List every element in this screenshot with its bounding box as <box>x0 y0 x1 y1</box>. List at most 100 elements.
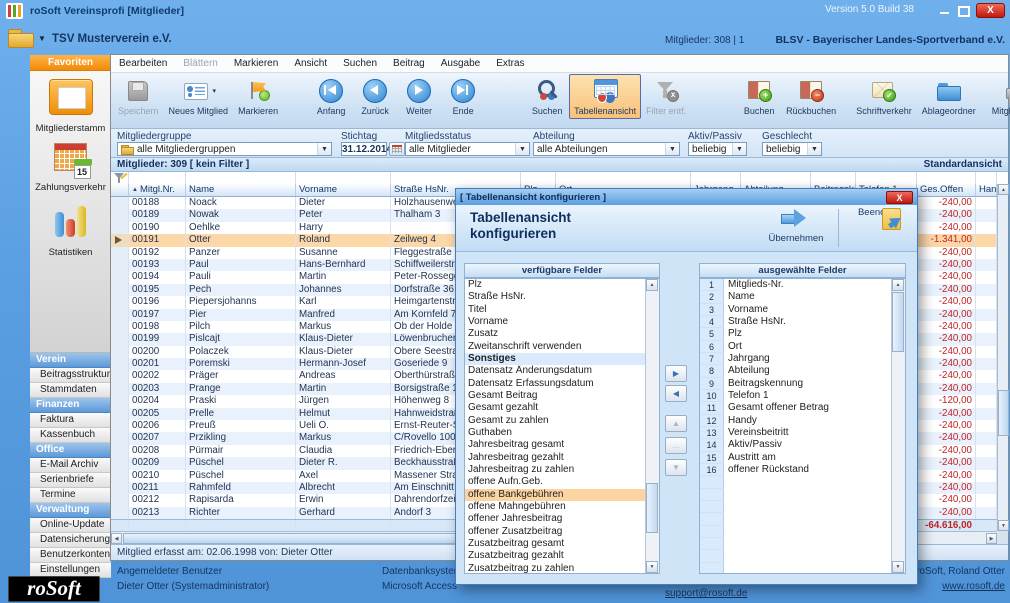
maximize-button[interactable] <box>955 3 972 18</box>
minimize-button[interactable] <box>936 3 953 18</box>
anfang-button[interactable]: Anfang <box>309 74 353 119</box>
available-field-offene-bankgeb-hren[interactable]: offene Bankgebühren <box>465 489 645 501</box>
sidebar-item-statistiken[interactable]: Statistiken <box>30 201 111 258</box>
vertical-scroll-thumb[interactable] <box>998 390 1009 436</box>
available-field-sonstiges[interactable]: Sonstiges <box>465 353 645 365</box>
filter-row-selector-cell[interactable] <box>111 172 129 184</box>
filter-row-cell[interactable] <box>186 172 296 184</box>
available-field-guthaben[interactable]: Guthaben <box>465 427 645 439</box>
sidebar-item-faktura[interactable]: Faktura <box>30 413 111 428</box>
column-header-name[interactable]: Name <box>186 184 296 196</box>
selected-field-row[interactable]: 2Name <box>700 291 891 303</box>
sidebar-item-stammdaten[interactable]: Stammdaten <box>30 383 111 398</box>
mitgliederliste-button[interactable]: ▾Mitgliederliste <box>987 74 1010 119</box>
available-field-jahresbeitrag-gesamt[interactable]: Jahresbeitrag gesamt <box>465 439 645 451</box>
scroll-up-icon[interactable]: ▲ <box>892 279 904 291</box>
selected-field-row[interactable]: 1Mitglieds-Nr. <box>700 279 891 291</box>
selected-field-row[interactable]: 14Aktiv/Passiv <box>700 439 891 451</box>
club-dropdown-caret-icon[interactable]: ▼ <box>38 34 46 43</box>
scroll-down-icon[interactable]: ▼ <box>646 561 658 573</box>
scroll-up-icon[interactable]: ▲ <box>646 279 658 291</box>
selected-field-row[interactable]: 11Gesamt offener Betrag <box>700 402 891 414</box>
available-field-zweitanschrift-verwenden[interactable]: Zweitanschrift verwenden <box>465 341 645 353</box>
suchen-button[interactable]: Suchen <box>525 74 569 119</box>
sidebar-item-benutzerkonten[interactable]: Benutzerkonten <box>30 548 111 563</box>
markieren-button[interactable]: Markieren <box>233 74 283 119</box>
buchen-button[interactable]: Buchen <box>737 74 781 119</box>
available-list-scrollbar[interactable]: ▲ ▼ <box>645 279 659 573</box>
dialog-beenden-button[interactable]: Beenden <box>845 206 909 218</box>
filter-row-cell[interactable] <box>129 172 186 184</box>
r-ckbuchen-button[interactable]: Rückbuchen <box>781 74 841 119</box>
sidebar-item-zahlungsverkehr[interactable]: 15Zahlungsverkehr <box>30 142 111 193</box>
sidebar-item-beitragsstruktur[interactable]: Beitragsstruktur <box>30 368 111 383</box>
uebernehmen-button[interactable]: Übernehmen <box>763 209 829 244</box>
available-field-jahresbeitrag-zu-zahlen[interactable]: Jahresbeitrag zu zahlen <box>465 464 645 476</box>
available-field-titel[interactable]: Titel <box>465 304 645 316</box>
available-field-zusatz[interactable]: Zusatz <box>465 328 645 340</box>
selected-field-row[interactable]: 6Ort <box>700 341 891 353</box>
filter-mitgliedergruppe-select[interactable]: alle Mitgliedergruppen▼ <box>117 142 332 156</box>
chevron-down-icon[interactable]: ▼ <box>732 143 746 155</box>
zur-ck-button[interactable]: Zurück <box>353 74 397 119</box>
support-email-link[interactable]: support@rosoft.de <box>665 588 747 599</box>
filter-mitgliedsstatus-select[interactable]: alle Mitglieder▼ <box>405 142 530 156</box>
menu-ausgabe[interactable]: Ausgabe <box>433 58 488 69</box>
selected-field-row[interactable]: 12Handy <box>700 415 891 427</box>
available-field-offene-mahngeb-hren[interactable]: offene Mahngebühren <box>465 501 645 513</box>
scroll-right-icon[interactable]: ▶ <box>986 533 997 544</box>
selected-field-row[interactable]: 13Vereinsbeitritt <box>700 427 891 439</box>
chevron-down-icon[interactable]: ▼ <box>665 143 679 155</box>
chevron-down-icon[interactable]: ▼ <box>515 143 529 155</box>
dropdown-caret-icon[interactable]: ▾ <box>213 87 217 95</box>
sidebar-item-termine[interactable]: Termine <box>30 488 111 503</box>
scroll-thumb[interactable] <box>892 292 904 352</box>
menu-ansicht[interactable]: Ansicht <box>286 58 335 69</box>
scroll-up-icon[interactable]: ▲ <box>998 184 1009 195</box>
sidebar-item-e-mail-archiv[interactable]: E-Mail Archiv <box>30 458 111 473</box>
selected-field-row[interactable]: 5Plz <box>700 328 891 340</box>
menu-suchen[interactable]: Suchen <box>335 58 385 69</box>
ende-button[interactable]: Ende <box>441 74 485 119</box>
available-field-datensatz-nderungsdatum[interactable]: Datensatz Änderungsdatum <box>465 365 645 377</box>
dialog-close-button[interactable]: X <box>886 191 913 204</box>
available-field-offene-aufn-geb[interactable]: offene Aufn.Geb. <box>465 476 645 488</box>
scroll-thumb[interactable] <box>646 483 658 533</box>
sidebar-item-online-update[interactable]: Online-Update <box>30 518 111 533</box>
available-field-offener-jahresbeitrag[interactable]: offener Jahresbeitrag <box>465 513 645 525</box>
sidebar-item-serienbriefe[interactable]: Serienbriefe <box>30 473 111 488</box>
filter-aktiv-passiv-select[interactable]: beliebig▼ <box>688 142 747 156</box>
selected-field-row[interactable]: 7Jahrgang <box>700 353 891 365</box>
available-field-datensatz-erfassungsdatum[interactable]: Datensatz Erfassungsdatum <box>465 378 645 390</box>
tabellenansicht-button[interactable]: Tabellenansicht <box>569 74 641 119</box>
filter-row-cell[interactable] <box>741 172 811 184</box>
menu-extras[interactable]: Extras <box>488 58 532 69</box>
weiter-button[interactable]: Weiter <box>397 74 441 119</box>
filter-geschlecht-select[interactable]: beliebig▼ <box>762 142 822 156</box>
available-field-jahresbeitrag-gezahlt[interactable]: Jahresbeitrag gezahlt <box>465 452 645 464</box>
available-field-gesamt-beitrag[interactable]: Gesamt Beitrag <box>465 390 645 402</box>
column-header-mitgl-nr[interactable]: ▲Mitgl.Nr. <box>129 184 186 196</box>
available-field-plz[interactable]: Plz <box>465 279 645 291</box>
selected-field-row[interactable]: 8Abteilung <box>700 365 891 377</box>
chevron-down-icon[interactable]: ▼ <box>807 143 821 155</box>
filter-row-cell[interactable] <box>856 172 917 184</box>
move-right-button[interactable]: ▶ <box>665 365 687 382</box>
column-header-vorname[interactable]: Vorname <box>296 184 391 196</box>
ablageordner-button[interactable]: Ablageordner <box>917 74 981 119</box>
close-button[interactable]: X <box>976 3 1005 18</box>
schriftverkehr-button[interactable]: Schriftverkehr <box>851 74 917 119</box>
scroll-down-icon[interactable]: ▼ <box>998 520 1009 531</box>
selected-field-row[interactable]: 15Austritt am <box>700 452 891 464</box>
menu-bearbeiten[interactable]: Bearbeiten <box>111 58 175 69</box>
menu-markieren[interactable]: Markieren <box>226 58 286 69</box>
sidebar-item-datensicherung[interactable]: Datensicherung <box>30 533 111 548</box>
website-link[interactable]: www.rosoft.de <box>942 581 1005 592</box>
selected-list-scrollbar[interactable]: ▲ ▼ <box>891 279 905 573</box>
selected-field-row[interactable]: 16offener Rückstand <box>700 464 891 476</box>
selected-field-row[interactable]: 10Telefon 1 <box>700 390 891 402</box>
available-field-stra-e-hsnr[interactable]: Straße HsNr. <box>465 291 645 303</box>
available-field-vorname[interactable]: Vorname <box>465 316 645 328</box>
filter-row-cell[interactable] <box>976 172 997 184</box>
scroll-down-icon[interactable]: ▼ <box>892 561 904 573</box>
